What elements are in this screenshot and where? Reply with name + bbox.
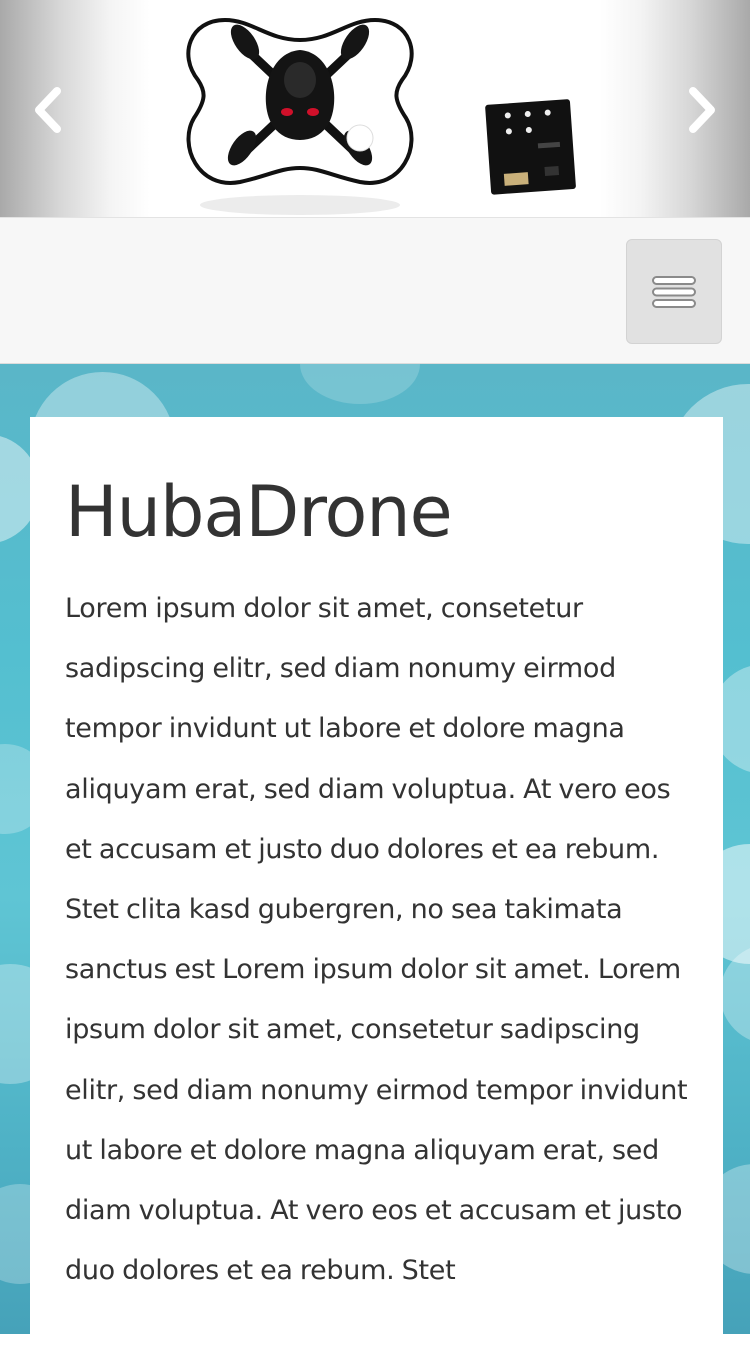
image-slider (0, 0, 750, 217)
menu-toggle-button[interactable] (626, 239, 722, 344)
content-card: HubaDrone Lorem ipsum dolor sit amet, co… (30, 417, 723, 1357)
drone-product-image (186, 17, 576, 215)
page-body-text: Lorem ipsum dolor sit amet, consetetur s… (65, 593, 688, 1287)
hamburger-menu-icon (652, 275, 696, 308)
chevron-left-icon (35, 87, 61, 133)
chevron-right-icon (689, 87, 715, 133)
page-title: HubaDrone (65, 471, 453, 553)
slider-next-button[interactable] (672, 72, 732, 148)
slider-prev-button[interactable] (18, 72, 78, 148)
navbar (0, 217, 750, 364)
